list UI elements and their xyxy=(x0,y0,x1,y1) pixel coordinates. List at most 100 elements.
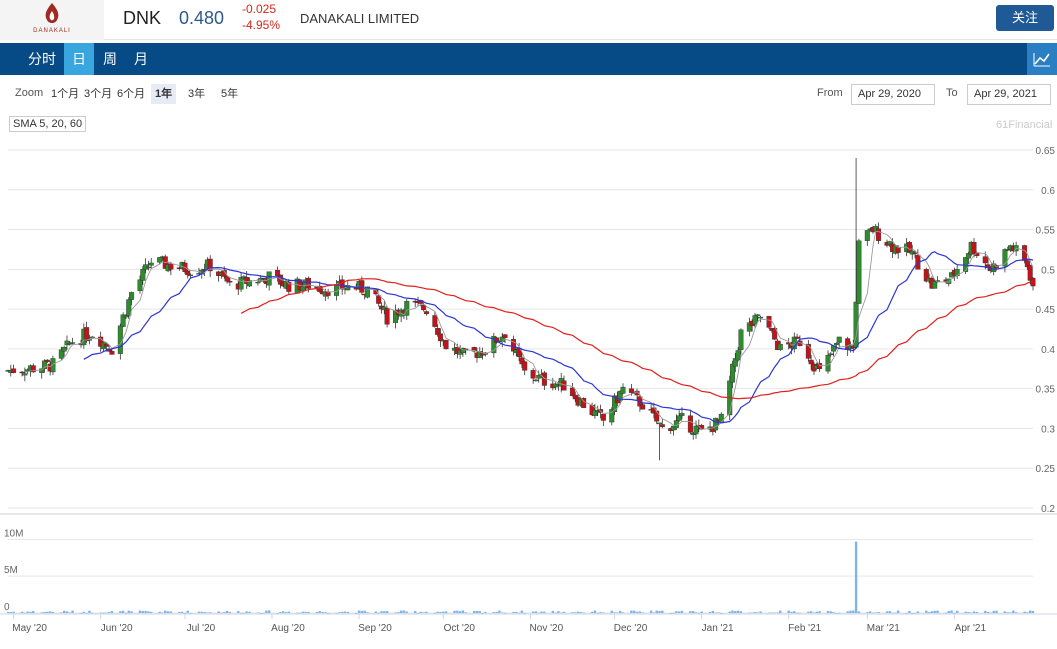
volume-bar xyxy=(315,611,319,613)
volume-bar xyxy=(318,611,321,613)
volume-bar xyxy=(711,610,715,613)
volume-bar xyxy=(397,612,400,613)
volume-bar xyxy=(1026,612,1029,613)
volume-bar xyxy=(419,611,423,613)
volume-bar xyxy=(641,612,644,613)
volume-tick-label: 0 xyxy=(4,602,10,613)
volume-bar xyxy=(107,611,111,613)
volume-bar xyxy=(593,610,597,613)
volume-bar xyxy=(237,611,240,613)
volume-bar xyxy=(51,611,55,613)
volume-bar xyxy=(787,610,790,613)
candle-body xyxy=(168,263,174,270)
volume-bar xyxy=(714,612,717,614)
volume-bar xyxy=(866,612,869,613)
volume-bar xyxy=(894,612,897,614)
candle-body xyxy=(137,279,143,292)
volume-bar xyxy=(849,610,852,613)
volume-bar xyxy=(200,611,203,613)
volume-bar xyxy=(121,610,125,613)
candle-body xyxy=(808,359,814,365)
volume-bar xyxy=(99,612,102,614)
volume-bar xyxy=(324,612,327,613)
volume-bar xyxy=(1003,611,1007,613)
volume-bar xyxy=(776,612,779,614)
volume-bar xyxy=(223,612,226,613)
volume-bar xyxy=(793,611,796,613)
volume-bar xyxy=(1006,612,1009,613)
volume-bar xyxy=(433,612,437,614)
volume-bar xyxy=(71,610,74,613)
sma5-line xyxy=(24,231,1034,430)
volume-bar xyxy=(374,611,378,613)
volume-bar xyxy=(197,611,201,613)
candle-body xyxy=(384,308,390,325)
volume-bar xyxy=(557,611,560,613)
volume-bar xyxy=(590,611,594,613)
volume-bar xyxy=(540,611,543,613)
volume-tick-label: 5M xyxy=(4,565,18,576)
candle-body xyxy=(188,274,194,277)
price-chart[interactable]: 0.65 0.6 0.55 0.5 0.45 0.4 0.35 0.3 0.25 0.2 0 5M 10… xyxy=(0,0,1057,649)
x-tick-label: Nov '20 xyxy=(530,623,564,634)
volume-bar xyxy=(661,610,664,613)
volume-bar xyxy=(394,612,397,613)
candle-body xyxy=(833,343,839,346)
candle-body xyxy=(103,343,109,347)
volume-bar xyxy=(717,612,720,613)
volume-bar xyxy=(748,612,751,614)
candle-body xyxy=(443,339,449,350)
volume-bar xyxy=(515,611,518,613)
volume-bar xyxy=(186,610,189,613)
volume-bar xyxy=(105,612,108,614)
candle-body xyxy=(530,370,536,379)
volume-bar xyxy=(456,610,459,613)
volume-bar xyxy=(986,611,990,613)
volume-tick-label: 10M xyxy=(4,528,23,539)
price-tick-label: 0.25 xyxy=(1036,464,1056,475)
candle-body xyxy=(628,388,634,393)
volume-bar xyxy=(248,611,251,613)
volume-bar xyxy=(908,611,911,613)
volume-bar xyxy=(826,610,830,613)
volume-bar xyxy=(169,611,173,613)
volume-bar xyxy=(48,611,52,613)
volume-bar xyxy=(82,611,86,613)
volume-bar xyxy=(543,611,546,613)
volume-bar xyxy=(239,612,243,614)
volume-bar xyxy=(357,610,361,613)
volume-bar xyxy=(383,611,386,613)
volume-bar xyxy=(298,612,302,614)
candle-body xyxy=(600,413,606,421)
volume-bar xyxy=(399,610,403,613)
volume-bar xyxy=(413,611,417,613)
x-tick-label: Jan '21 xyxy=(702,623,734,634)
volume-bar xyxy=(680,610,684,613)
volume-bar xyxy=(144,610,147,613)
volume-bar xyxy=(346,611,349,613)
volume-bar xyxy=(495,611,498,613)
candle-body xyxy=(659,424,665,428)
candle-body xyxy=(864,230,870,241)
volume-bar xyxy=(759,611,762,613)
volume-bar xyxy=(62,610,66,613)
volume-bar xyxy=(955,610,959,613)
volume-bar xyxy=(267,610,271,613)
volume-bar xyxy=(1028,610,1032,613)
volume-bar xyxy=(472,610,476,613)
volume-bar xyxy=(65,611,69,613)
volume-bar xyxy=(972,611,976,613)
x-tick-label: Mar '21 xyxy=(867,623,900,634)
volume-bar xyxy=(203,612,206,613)
volume-bar xyxy=(669,612,672,614)
volume-bar xyxy=(534,611,538,613)
volume-bar xyxy=(829,611,833,613)
candle-body xyxy=(752,315,758,325)
candle-body xyxy=(673,420,679,428)
volume-bar xyxy=(180,611,184,613)
candle-body xyxy=(22,373,28,376)
candle-body xyxy=(423,311,429,315)
x-tick-label: Jun '20 xyxy=(101,623,133,634)
volume-bar xyxy=(554,612,557,614)
volume-bar xyxy=(950,610,953,613)
